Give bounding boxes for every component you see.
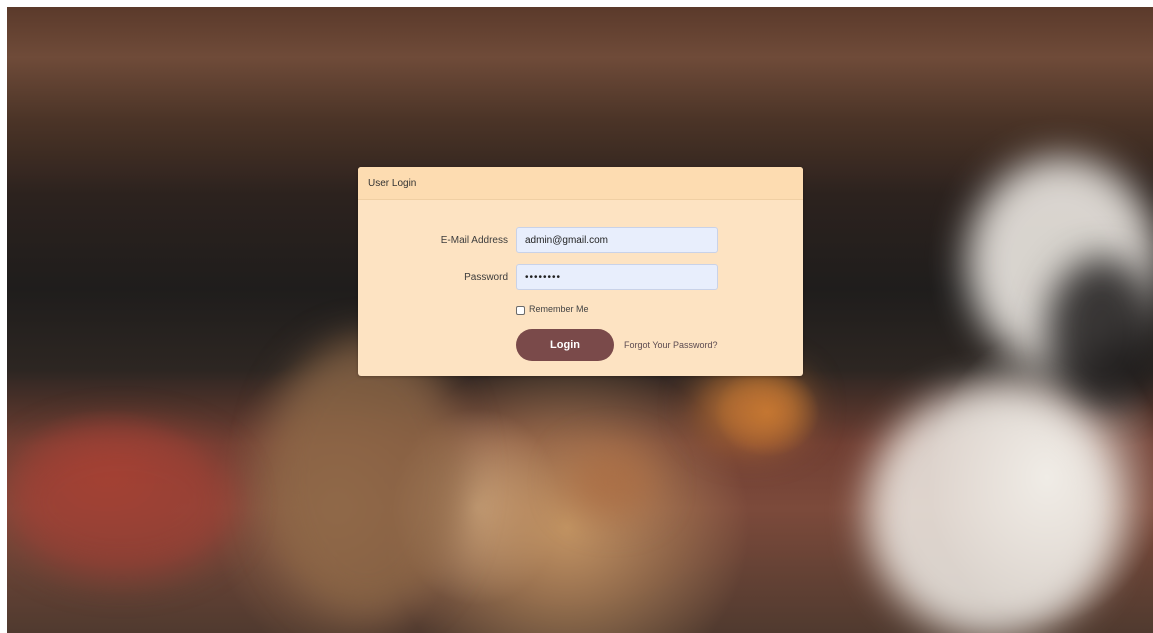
background-blur-shape [697,367,807,447]
background-blur-shape [267,337,467,617]
background-blur-shape [7,427,237,577]
background-blur-shape [567,447,657,517]
password-field[interactable]: •••••••• [516,264,718,290]
remember-me-checkbox[interactable] [516,306,525,315]
card-header: User Login [358,167,803,200]
remember-me-label[interactable]: Remember Me [529,304,589,314]
card-title: User Login [368,177,417,189]
email-label: E-Mail Address [440,235,508,246]
password-label: Password [464,272,508,283]
background-blur-shape [867,387,1117,633]
email-field[interactable]: admin@gmail.com [516,227,718,253]
forgot-password-link[interactable]: Forgot Your Password? [624,340,718,350]
background-blur-shape [1047,257,1153,407]
login-button[interactable]: Login [516,329,614,361]
login-card: User Login E-Mail Address admin@gmail.co… [358,167,803,376]
